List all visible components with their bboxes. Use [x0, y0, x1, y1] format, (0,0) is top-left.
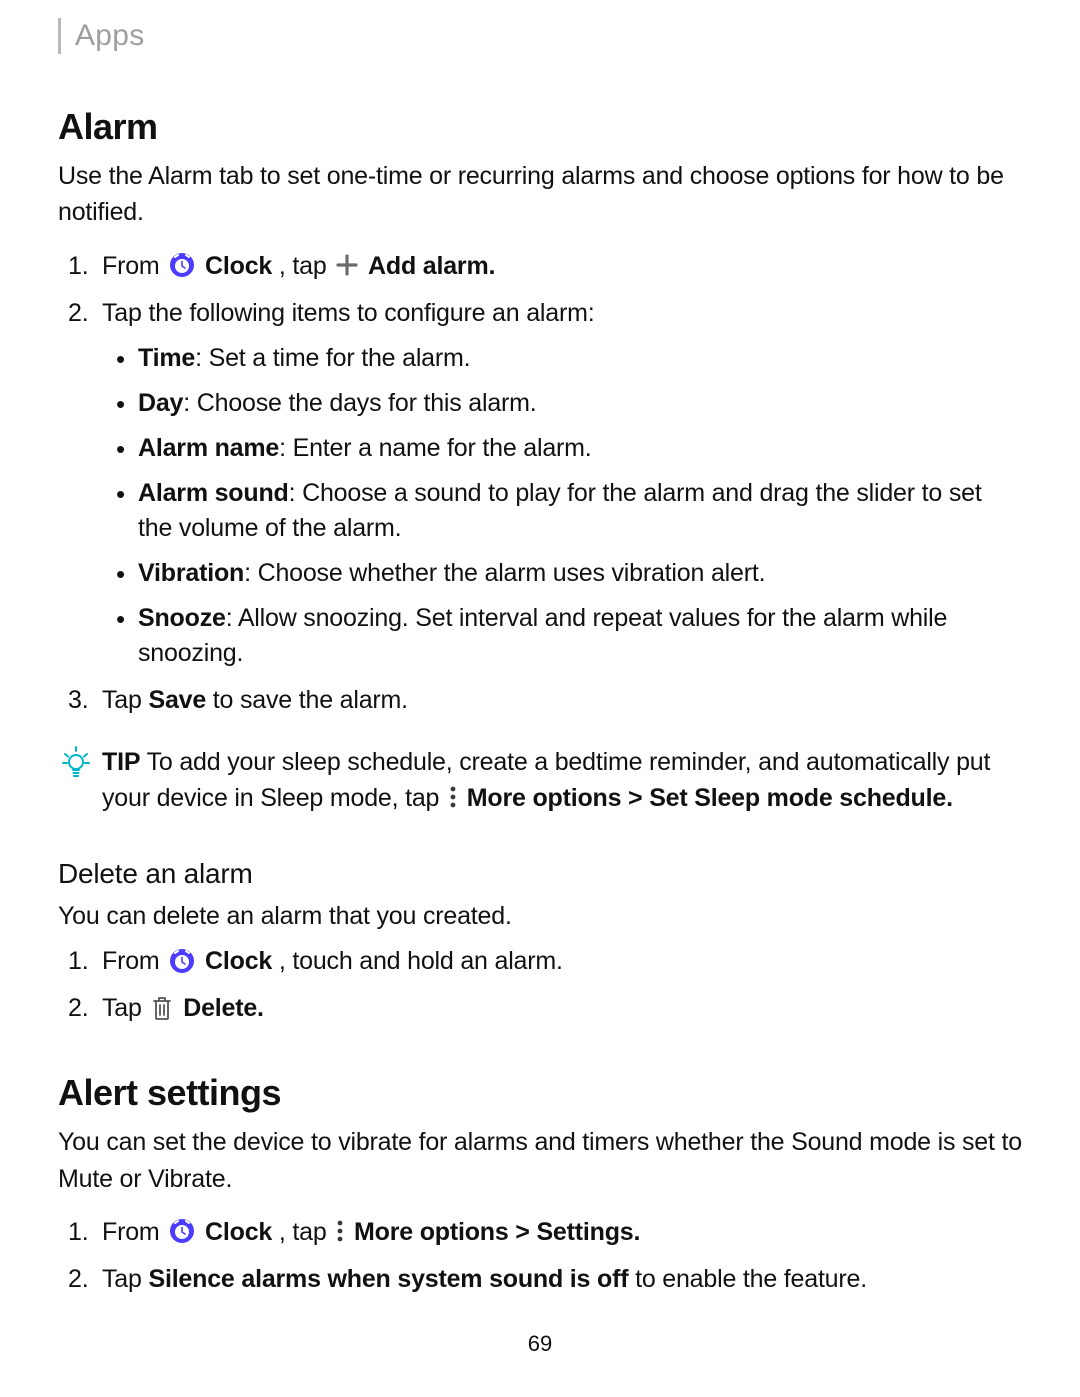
- text: : Choose the days for this alarm.: [183, 389, 536, 417]
- alert-settings-intro: You can set the device to vibrate for al…: [58, 1124, 1022, 1197]
- alert-step-2: Tap Silence alarms when system sound is …: [102, 1262, 1022, 1297]
- text: From: [102, 1218, 166, 1246]
- save-label: Save: [148, 686, 206, 714]
- label: Day: [138, 389, 183, 417]
- page-number: 69: [0, 1331, 1080, 1357]
- delete-step-1: From Clock , touch and hold an alarm.: [102, 944, 1022, 979]
- delete-alarm-steps: From Clock , touch and hold an alarm. Ta…: [58, 944, 1022, 1026]
- breadcrumb-text: Apps: [75, 19, 145, 53]
- clock-icon: [169, 1218, 195, 1244]
- delete-label: Delete.: [183, 994, 264, 1022]
- text: : Allow snoozing. Set interval and repea…: [138, 604, 947, 667]
- alert-settings-steps: From Clock , tap More options > Setting: [58, 1215, 1022, 1297]
- text: Tap: [102, 686, 148, 714]
- text: : Enter a name for the alarm.: [279, 434, 591, 462]
- alert-step-1: From Clock , tap More options > Setting: [102, 1215, 1022, 1250]
- delete-alarm-intro: You can delete an alarm that you created…: [58, 898, 1022, 934]
- bullet-alarm-name: Alarm name: Enter a name for the alarm.: [138, 431, 1022, 466]
- label: Snooze: [138, 604, 226, 632]
- bullet-alarm-sound: Alarm sound: Choose a sound to play for …: [138, 476, 1022, 546]
- bullet-day: Day: Choose the days for this alarm.: [138, 386, 1022, 421]
- bullet-vibration: Vibration: Choose whether the alarm uses…: [138, 556, 1022, 591]
- clock-icon: [169, 252, 195, 278]
- label: Time: [138, 344, 195, 372]
- more-options-icon: [449, 785, 457, 809]
- clock-label: Clock: [205, 947, 272, 975]
- text: From: [102, 252, 166, 280]
- delete-alarm-heading: Delete an alarm: [58, 858, 1022, 890]
- tip-bold: More options > Set Sleep mode schedule.: [467, 784, 953, 812]
- tip-callout: TIP To add your sleep schedule, create a…: [58, 744, 1022, 817]
- more-options-label: More options > Settings.: [354, 1218, 640, 1246]
- label: Alarm sound: [138, 479, 289, 507]
- alarm-heading: Alarm: [58, 106, 1022, 148]
- delete-icon: [151, 995, 173, 1021]
- add-alarm-label: Add alarm.: [368, 252, 495, 280]
- bullet-time: Time: Set a time for the alarm.: [138, 341, 1022, 376]
- more-options-icon: [336, 1219, 344, 1243]
- alarm-config-bullets: Time: Set a time for the alarm. Day: Cho…: [102, 341, 1022, 671]
- text: : Choose whether the alarm uses vibratio…: [244, 559, 765, 587]
- clock-label: Clock: [205, 1218, 272, 1246]
- add-icon: [336, 254, 358, 276]
- silence-label: Silence alarms when system sound is off: [148, 1265, 628, 1293]
- clock-icon: [169, 948, 195, 974]
- breadcrumb-divider: [58, 18, 61, 54]
- bullet-snooze: Snooze: Allow snoozing. Set interval and…: [138, 601, 1022, 671]
- alarm-step-2: Tap the following items to configure an …: [102, 296, 1022, 671]
- text: to save the alarm.: [206, 686, 408, 714]
- label: Vibration: [138, 559, 244, 587]
- alarm-step-3: Tap Save to save the alarm.: [102, 683, 1022, 718]
- text: to enable the feature.: [628, 1265, 867, 1293]
- page: Apps Alarm Use the Alarm tab to set one-…: [0, 0, 1080, 1397]
- alarm-steps: From Clock , tap Add alarm. Tap t: [58, 249, 1022, 718]
- text: Tap: [102, 1265, 148, 1293]
- alert-settings-heading: Alert settings: [58, 1072, 1022, 1114]
- tip-label: TIP: [102, 748, 140, 776]
- text: : Set a time for the alarm.: [195, 344, 470, 372]
- text: , touch and hold an alarm.: [279, 947, 563, 975]
- delete-step-2: Tap Delete.: [102, 991, 1022, 1026]
- clock-label: Clock: [205, 252, 272, 280]
- breadcrumb: Apps: [58, 0, 1022, 54]
- label: Alarm name: [138, 434, 279, 462]
- text: Tap: [102, 994, 148, 1022]
- text: From: [102, 947, 166, 975]
- text: , tap: [279, 252, 333, 280]
- tip-text-wrap: TIP To add your sleep schedule, create a…: [102, 744, 1022, 817]
- text: , tap: [279, 1218, 333, 1246]
- tip-icon: [61, 744, 91, 813]
- alarm-step-1: From Clock , tap Add alarm.: [102, 249, 1022, 284]
- alarm-intro: Use the Alarm tab to set one-time or rec…: [58, 158, 1022, 231]
- text: Tap the following items to configure an …: [102, 299, 594, 327]
